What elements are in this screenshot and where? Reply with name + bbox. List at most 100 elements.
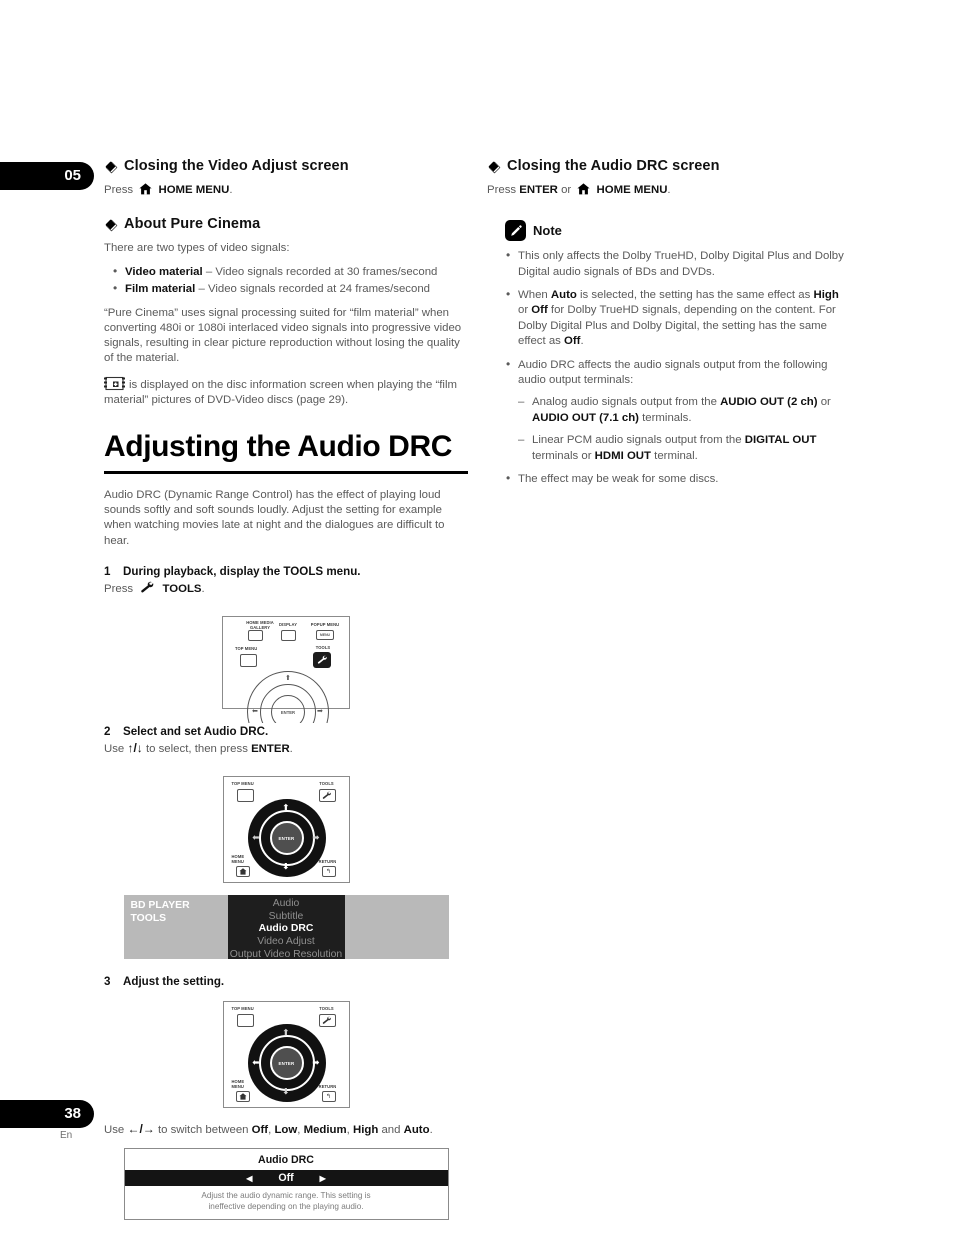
button-popup-menu[interactable]: MENU	[316, 630, 334, 641]
label-home-menu: HOME MENU	[231, 854, 245, 864]
dpad-down-arrow[interactable]: ⬇	[283, 863, 290, 871]
home-menu-label: HOME MENU	[158, 184, 230, 196]
dpad-up-arrow[interactable]: ⬆	[283, 804, 290, 812]
period: .	[429, 1124, 433, 1137]
dpad-left-arrow[interactable]: ⬅	[253, 1059, 260, 1067]
use-word: Use	[104, 743, 125, 756]
home-menu-icon	[577, 183, 590, 195]
dpad-down-arrow[interactable]: ⬇	[283, 1088, 290, 1096]
diamond-bullet-icon	[104, 160, 117, 173]
label-top-menu: TOP MENU	[231, 1006, 254, 1012]
page-language-label: En	[60, 1130, 73, 1141]
dpad-left-arrow[interactable]: ⬅	[253, 834, 260, 842]
label-home-menu: HOME MENU	[231, 1079, 245, 1089]
button-enter[interactable]: ENTER	[269, 1046, 304, 1081]
return-arrow-icon: ↰	[325, 869, 332, 876]
audio-drc-intro: Audio DRC (Dynamic Range Control) has th…	[104, 489, 445, 547]
osd-item-subtitle[interactable]: Subtitle	[228, 911, 345, 924]
button-return[interactable]: ↰	[321, 1091, 336, 1103]
label-popup-menu: POPUP MENU	[310, 622, 340, 628]
osd-item-video-adjust[interactable]: Video Adjust	[228, 936, 345, 949]
dpad-right-arrow[interactable]: ➡	[317, 708, 323, 715]
note-body: This only affects the Dolby TrueHD, Dolb…	[505, 248, 851, 487]
desc-line-1: Adjust the audio dynamic range. This set…	[201, 1191, 371, 1201]
term-rest: – Video signals recorded at 24 frames/se…	[195, 282, 430, 295]
step-number: 2	[104, 725, 111, 739]
note-list: This only affects the Dolby TrueHD, Dolb…	[505, 248, 851, 487]
label-tools: TOOLS	[319, 781, 334, 787]
step3-instruction: Use ←/→ to switch between Off, Low, Medi…	[104, 1122, 433, 1137]
term: Film material	[125, 282, 196, 295]
option-off: Off	[251, 1124, 269, 1137]
note-item-3-text: Audio DRC affects the audio signals outp…	[518, 358, 828, 387]
remote-diagram-2-wrap: TOP MENU TOOLS ENTER ⬆ ⬇ ⬅ ➡ HOME MENU R…	[104, 766, 468, 884]
button-display[interactable]	[281, 630, 296, 642]
option-high: High	[352, 1124, 379, 1137]
label-tools: TOOLS	[315, 645, 331, 651]
step-text: Select and set Audio DRC.	[123, 725, 269, 739]
button-enter[interactable]: ENTER	[269, 821, 304, 856]
left-column: Closing the Video Adjust screen Press HO…	[104, 158, 468, 1221]
enter-label: ENTER	[519, 184, 558, 196]
label-top-menu: TOP MENU	[235, 646, 258, 652]
heading-text: Closing the Audio DRC screen	[507, 158, 720, 174]
osd-drc-title: Audio DRC	[258, 1154, 314, 1167]
osd-right-filler	[344, 895, 449, 960]
dpad: ENTER ⬆ ⬇ ⬅ ➡	[247, 799, 326, 878]
dpad-right-arrow[interactable]: ➡	[313, 1059, 320, 1067]
remote-diagram-3-wrap: TOP MENU TOOLS ENTER ⬆ ⬇ ⬅ ➡ HOME MENU R…	[104, 991, 468, 1109]
term-rest: – Video signals recorded at 30 frames/se…	[202, 266, 438, 279]
diamond-bullet-icon	[104, 218, 117, 231]
term: Video material	[125, 266, 203, 279]
label-return: RETURN	[318, 859, 337, 865]
dpad-up-arrow[interactable]: ⬆	[283, 1029, 290, 1037]
left-arrow-icon[interactable]: ◀	[246, 1174, 252, 1183]
press-word: Press	[104, 184, 134, 196]
button-tools[interactable]	[313, 652, 331, 669]
leftright-arrow-glyphs: ←/→	[127, 1122, 155, 1137]
heading-about-pure-cinema: About Pure Cinema	[104, 216, 468, 232]
and-word: and	[378, 1124, 404, 1137]
film-strip-icon	[104, 376, 126, 391]
osd-item-output-video-resolution[interactable]: Output Video Resolution	[228, 949, 345, 962]
press-word: Press	[487, 184, 517, 196]
pure-cinema-intro: There are two types of video signals:	[104, 242, 290, 255]
label-top-menu: TOP MENU	[231, 781, 254, 787]
button-home-media-gallery[interactable]	[248, 630, 263, 642]
return-arrow-icon: ↰	[325, 1094, 332, 1101]
dpad-up-arrow[interactable]: ⬆	[285, 675, 291, 682]
osd-drc-description: Adjust the audio dynamic range. This set…	[125, 1191, 448, 1212]
dpad-left-arrow[interactable]: ⬅	[252, 708, 258, 715]
button-home-menu[interactable]	[235, 1091, 250, 1103]
right-arrow-icon[interactable]: ▶	[320, 1174, 326, 1183]
or-word: or	[557, 184, 572, 196]
tools-label: TOOLS	[162, 582, 202, 595]
dpad: ENTER ⬆ ⬇ ⬅ ➡	[247, 1024, 326, 1103]
step-number: 3	[104, 975, 111, 989]
osd-title-line1: BD PLAYER	[130, 900, 190, 912]
dpad-right-arrow[interactable]: ➡	[313, 834, 320, 842]
video-signal-types-list: Video material – Video signals recorded …	[104, 264, 468, 297]
button-top-menu[interactable]	[240, 654, 257, 668]
press-tools-line: Press TOOLS.	[104, 581, 468, 597]
button-home-menu[interactable]	[235, 866, 250, 878]
tools-wrench-icon	[140, 581, 155, 594]
step-text: Adjust the setting.	[123, 975, 225, 989]
page-title: Adjusting the Audio DRC	[104, 430, 452, 464]
osd-drc-value: Off	[278, 1172, 294, 1185]
button-return[interactable]: ↰	[321, 866, 336, 878]
list-item: Film material – Video signals recorded a…	[104, 281, 468, 297]
list-item: Video material – Video signals recorded …	[104, 264, 468, 280]
osd-item-audio-drc[interactable]: Audio DRC	[228, 923, 345, 936]
film-material-note: is displayed on the disc information scr…	[104, 376, 468, 408]
note-label: Note	[533, 223, 562, 239]
osd-item-audio[interactable]: Audio	[228, 898, 345, 911]
remote-diagram-tools: HOME MEDIA GALLERY DISPLAY POPUP MENU ME…	[222, 616, 350, 724]
step-2: 2 Select and set Audio DRC.	[104, 725, 468, 738]
note-sub-item-1: Analog audio signals output from the AUD…	[518, 395, 851, 426]
enter-label: ENTER	[251, 743, 290, 756]
use-mid: to select, then press	[142, 743, 252, 756]
option-low: Low	[274, 1124, 298, 1137]
updown-arrow-glyphs: ↑/↓	[127, 741, 143, 756]
note-sub-item-2: Linear PCM audio signals output from the…	[518, 433, 851, 464]
